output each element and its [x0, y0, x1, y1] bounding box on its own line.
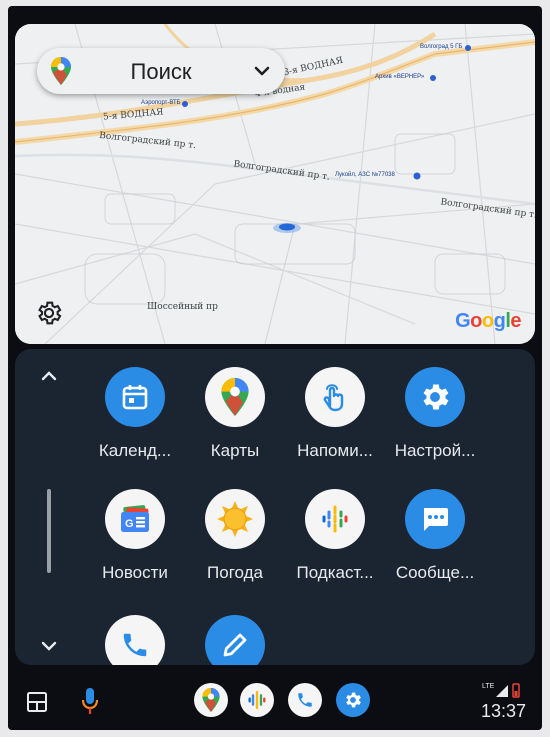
google-logo: Google — [455, 310, 521, 332]
app-weather[interactable]: Погода — [187, 489, 283, 583]
app-messages[interactable]: Сообще... — [387, 489, 483, 583]
svg-text:G: G — [125, 518, 134, 530]
dock-phone-icon[interactable] — [288, 683, 322, 717]
clock: 13:37 — [480, 701, 526, 721]
app-label: Сообще... — [395, 563, 475, 582]
poi-label[interactable]: Лукойл, АЗС №77038 — [335, 172, 395, 178]
app-maps[interactable]: Карты — [187, 367, 283, 461]
street-label: Шоссейный пр — [147, 302, 218, 312]
android-auto-screen: 3-я ВОДНАЯ 4-я водная 5-я ВОДНАЯ Волгогр… — [8, 6, 542, 730]
app-label: Новости — [102, 563, 168, 582]
podcasts-icon — [305, 489, 365, 549]
app-label: Календ... — [98, 441, 172, 460]
app-news[interactable]: G Новости — [87, 489, 183, 583]
app-launcher: Календ... Карты Напоми... Настрой... G Н… — [15, 349, 535, 665]
navigation-bar: LTE 13:37 — [8, 671, 542, 730]
edit-icon — [205, 615, 265, 665]
app-settings[interactable]: Настрой... — [387, 367, 483, 461]
search-label: Поиск — [130, 59, 192, 84]
network-label: LTE — [482, 683, 495, 690]
dashboard-icon[interactable] — [26, 691, 48, 713]
app-edit[interactable] — [187, 615, 283, 665]
microphone-icon[interactable] — [80, 686, 100, 716]
poi-label[interactable]: Волгоград 5 ГБ — [420, 44, 462, 50]
app-label: Подкаст... — [296, 563, 374, 582]
app-podcasts[interactable]: Подкаст... — [287, 489, 383, 583]
phone-icon — [105, 615, 165, 665]
app-phone[interactable] — [87, 615, 183, 665]
app-label: Карты — [210, 441, 260, 460]
maps-icon — [205, 367, 265, 427]
dock-maps-icon[interactable] — [194, 683, 228, 717]
scrollbar[interactable] — [47, 489, 51, 573]
calendar-icon — [105, 367, 165, 427]
dock-podcasts-icon[interactable] — [240, 683, 274, 717]
app-label: Напоми... — [297, 441, 373, 460]
map-card[interactable]: 3-я ВОДНАЯ 4-я водная 5-я ВОДНАЯ Волгогр… — [15, 24, 535, 344]
settings-icon — [405, 367, 465, 427]
scroll-down-icon[interactable] — [39, 639, 59, 653]
app-label: Погода — [207, 563, 263, 582]
news-icon: G — [105, 489, 165, 549]
chevron-down-icon[interactable] — [253, 62, 271, 80]
search-bar[interactable]: Поиск — [37, 48, 285, 94]
scroll-up-icon[interactable] — [39, 369, 59, 383]
messages-icon — [405, 489, 465, 549]
app-reminder[interactable]: Напоми... — [287, 367, 383, 461]
app-calendar[interactable]: Календ... — [87, 367, 183, 461]
lte-signal-icon: LTE — [482, 683, 520, 698]
reminder-icon — [305, 367, 365, 427]
weather-icon — [205, 489, 265, 549]
poi-label[interactable]: Аэропорт-ВТБ — [141, 100, 181, 106]
app-label: Настрой... — [394, 441, 476, 460]
gear-icon[interactable] — [35, 299, 63, 327]
poi-label[interactable]: Архив «ВЕРНЕР» — [375, 74, 424, 80]
dock-settings-icon[interactable] — [336, 683, 370, 717]
